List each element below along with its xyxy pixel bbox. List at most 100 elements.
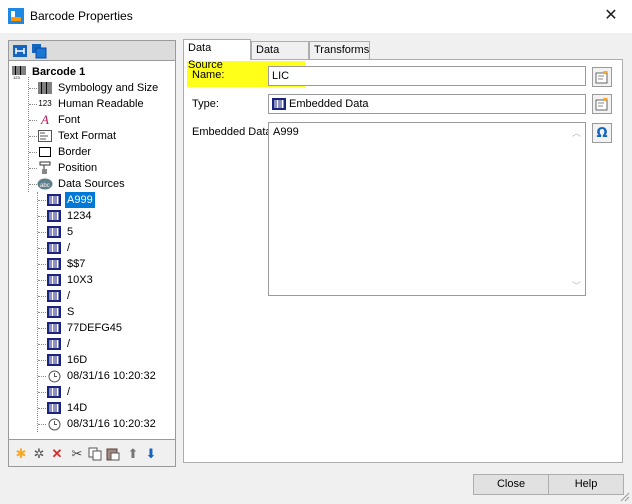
tree-item-human-readable[interactable]: 123 Human Readable <box>37 96 146 112</box>
close-window-button[interactable]: ✕ <box>596 4 626 28</box>
tree-item-data-source[interactable]: A999 <box>46 192 95 208</box>
tree-item-data-source[interactable]: $$7 <box>46 256 87 272</box>
tree-item-position[interactable]: Position <box>37 160 99 176</box>
tree-item-data-source[interactable]: 77DEFG45 <box>46 320 124 336</box>
tree-item-data-source[interactable]: 10X3 <box>46 272 95 288</box>
expand-all-icon[interactable] <box>12 43 28 59</box>
embedded-data-icon <box>46 305 62 319</box>
move-down-icon[interactable]: ⬇ <box>143 446 159 462</box>
embedded-data-value: A999 <box>273 126 299 138</box>
embedded-data-icon <box>46 353 62 367</box>
tree-item-border[interactable]: Border <box>37 144 93 160</box>
tree-item-label: S <box>67 306 75 318</box>
position-icon <box>37 161 53 175</box>
tab-transforms[interactable]: Transforms <box>309 41 370 59</box>
tree-item-label: Barcode 1 <box>32 66 86 78</box>
embedded-data-icon <box>46 401 62 415</box>
tree-item-data-source[interactable]: 16D <box>46 352 89 368</box>
delete-icon[interactable]: ✕ <box>49 446 65 462</box>
tree-item-data-source[interactable]: 14D <box>46 400 89 416</box>
tree-item-label: / <box>67 290 71 302</box>
barcode-icon: 123 <box>11 65 27 79</box>
tree-item-label: 1234 <box>67 210 92 222</box>
paste-icon[interactable] <box>105 446 121 462</box>
close-button[interactable]: Close <box>473 474 549 495</box>
type-field[interactable]: Embedded Data <box>268 94 586 114</box>
tree-item-label: Font <box>58 114 81 126</box>
tree-item-data-source[interactable]: 08/31/16 10:20:32 <box>46 416 158 432</box>
tree-item-label: 08/31/16 10:20:32 <box>67 370 156 382</box>
tree-item-label: / <box>67 242 71 254</box>
tab-data-source[interactable]: Data Source <box>183 39 251 71</box>
tree-item-label: 08/31/16 10:20:32 <box>67 418 156 430</box>
tree-item-label: Symbology and Size <box>58 82 159 94</box>
svg-text:abc: abc <box>40 183 50 189</box>
svg-text:123: 123 <box>13 75 20 79</box>
tree-item-label: A999 <box>65 192 95 208</box>
tree-item-data-source[interactable]: / <box>46 384 72 400</box>
tree-item-data-source[interactable]: 5 <box>46 224 75 240</box>
text-format-icon <box>37 129 53 143</box>
tree-item-data-source[interactable]: 1234 <box>46 208 93 224</box>
tree-item-symbology-and-size[interactable]: Symbology and Size <box>37 80 160 96</box>
barcode-bars-icon <box>37 81 53 95</box>
tree-actions-toolbar: ✱ ✲ ✕ ✂ ⬆ ⬇ <box>8 440 176 467</box>
embedded-data-icon <box>46 385 62 399</box>
embedded-data-icon <box>46 273 62 287</box>
copy-icon[interactable] <box>87 446 103 462</box>
embedded-data-icon <box>46 321 62 335</box>
insert-special-character-button[interactable]: Ω <box>592 123 612 143</box>
type-label: Type: <box>192 98 219 110</box>
tree-item-label: 10X3 <box>67 274 93 286</box>
font-icon: A <box>41 112 49 127</box>
embedded-data-label: Embedded Data: <box>192 126 275 138</box>
tree-item-label: / <box>67 338 71 350</box>
tree-item-font[interactable]: A Font <box>37 112 82 128</box>
new-icon[interactable]: ✱ <box>13 446 29 462</box>
tree-item-data-source[interactable]: 08/31/16 10:20:32 <box>46 368 158 384</box>
tree-item-label: Human Readable <box>58 98 144 110</box>
edit-form-icon <box>595 98 608 111</box>
embedded-data-icon <box>46 289 62 303</box>
tree-item-barcode-root[interactable]: 123 Barcode 1 <box>11 64 87 80</box>
collapse-all-icon[interactable] <box>31 43 47 59</box>
embedded-data-icon <box>46 225 62 239</box>
tree-item-data-sources[interactable]: abc Data Sources <box>37 176 127 192</box>
edit-form-icon <box>595 71 608 84</box>
tree-item-data-source[interactable]: / <box>46 288 72 304</box>
app-icon <box>8 8 24 24</box>
tree-item-data-source[interactable]: S <box>46 304 76 320</box>
omega-icon: Ω <box>596 125 608 141</box>
tree-item-label: 16D <box>67 354 88 366</box>
name-edit-button[interactable] <box>592 67 612 87</box>
embedded-data-icon <box>46 209 62 223</box>
embedded-data-icon <box>46 257 62 271</box>
move-up-icon[interactable]: ⬆ <box>125 446 141 462</box>
tree-item-label: Position <box>58 162 98 174</box>
tab-data-type[interactable]: Data Type <box>251 41 309 73</box>
properties-tree: 123 Barcode 1 Symbology and Size 123 Hum… <box>8 60 176 440</box>
tree-item-label: / <box>67 386 71 398</box>
tree-item-label: $$7 <box>67 258 86 270</box>
embedded-data-textarea[interactable]: A999 ︿ ﹀ <box>268 122 586 296</box>
type-edit-button[interactable] <box>592 94 612 114</box>
tree-item-data-source[interactable]: / <box>46 240 72 256</box>
wizard-icon[interactable]: ✲ <box>31 446 47 462</box>
tree-view-toolbar <box>8 40 176 60</box>
embedded-data-icon <box>46 241 62 255</box>
scroll-down-icon[interactable]: ﹀ <box>572 279 581 292</box>
tree-item-data-source[interactable]: / <box>46 336 72 352</box>
name-input[interactable]: LIC <box>268 66 586 86</box>
numbers-123-icon: 123 <box>38 99 52 108</box>
window-title: Barcode Properties <box>30 9 133 23</box>
tree-item-text-format[interactable]: Text Format <box>37 128 118 144</box>
tree-item-label: 77DEFG45 <box>67 322 123 334</box>
tree-item-label: Border <box>58 146 92 158</box>
help-button[interactable]: Help <box>548 474 624 495</box>
tree-item-label: Data Sources <box>58 178 125 190</box>
embedded-data-icon <box>272 98 286 110</box>
tree-item-label: 5 <box>67 226 74 238</box>
resize-grip-icon[interactable] <box>618 490 630 502</box>
cut-icon[interactable]: ✂ <box>69 446 85 462</box>
scroll-up-icon[interactable]: ︿ <box>572 126 581 139</box>
